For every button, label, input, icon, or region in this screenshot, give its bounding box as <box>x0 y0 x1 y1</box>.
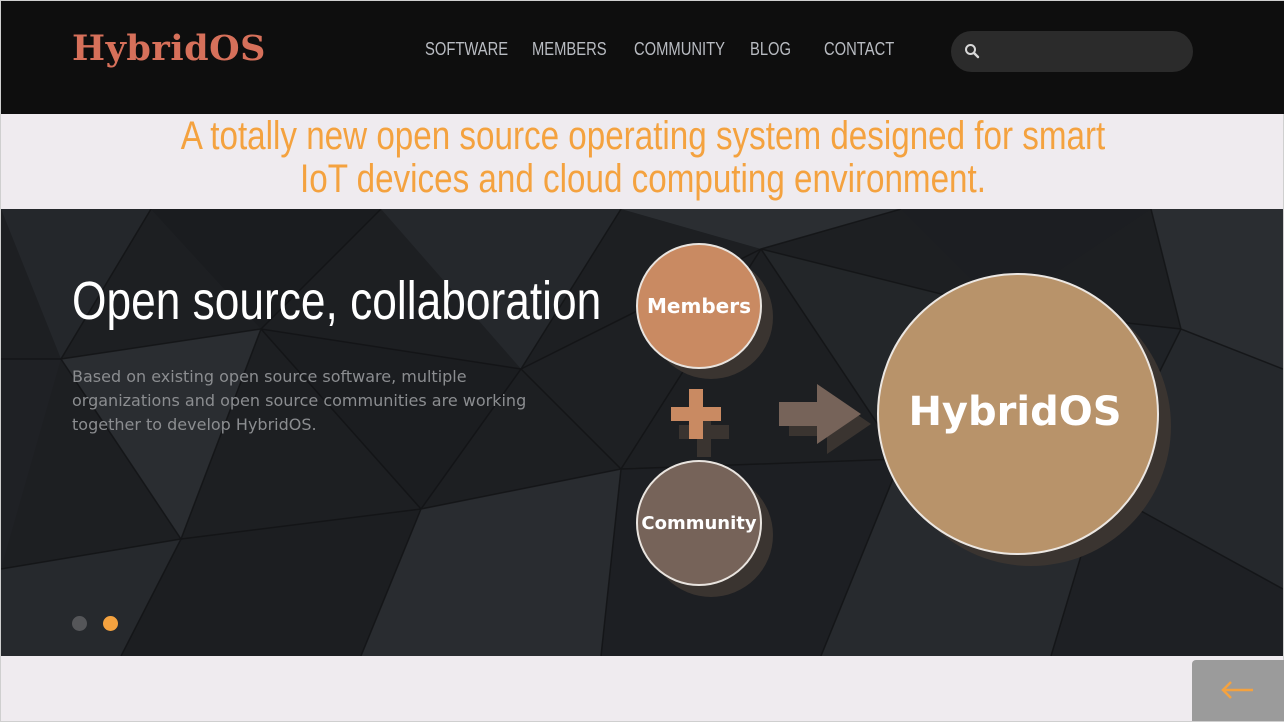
hero-carousel: Open source, collaboration Based on exis… <box>1 209 1283 656</box>
hybridos-label: HybridOS <box>908 389 1121 435</box>
members-label: Members <box>647 294 751 318</box>
nav-members[interactable]: MEMBERS <box>532 39 623 60</box>
community-label: Community <box>641 513 756 534</box>
plus-icon <box>671 389 729 457</box>
site-tagline: A totally new open source operating syst… <box>61 115 1225 201</box>
nav-contact[interactable]: CONTACT <box>824 39 910 60</box>
hero-description: Based on existing open source software, … <box>72 367 527 434</box>
hybridos-diagram: Members Community HybridOS <box>636 243 1171 597</box>
search-box[interactable] <box>951 31 1193 72</box>
nav-software[interactable]: SOFTWARE <box>425 39 526 60</box>
hero-title: Open source, collaboration <box>72 271 602 331</box>
top-navbar: HybridOS SOFTWARE MEMBERS COMMUNITY BLOG… <box>1 1 1284 114</box>
search-icon <box>965 44 980 59</box>
carousel-dot-1[interactable] <box>72 616 87 631</box>
nav-community[interactable]: COMMUNITY <box>634 39 745 60</box>
arrow-right-icon <box>779 384 871 454</box>
nav-blog[interactable]: BLOG <box>750 39 800 60</box>
back-to-top-button[interactable] <box>1192 660 1284 721</box>
carousel-dot-2[interactable] <box>103 616 118 631</box>
carousel-indicators <box>72 616 118 631</box>
arrow-left-icon <box>1221 681 1253 699</box>
tagline-text: A totally new open source operating syst… <box>180 114 1106 201</box>
search-input[interactable] <box>989 39 1183 65</box>
site-logo[interactable]: HybridOS <box>72 28 266 69</box>
